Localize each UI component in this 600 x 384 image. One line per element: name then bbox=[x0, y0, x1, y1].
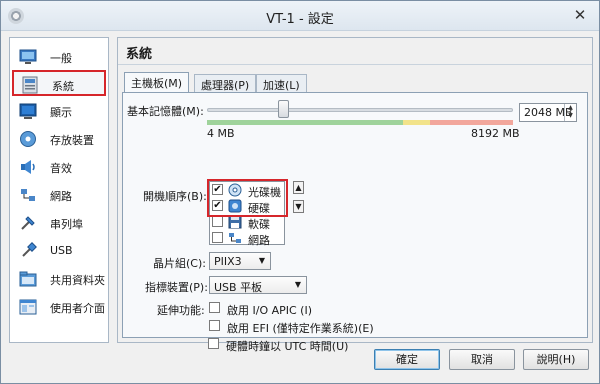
chipset-label: 晶片組(C): bbox=[153, 257, 206, 270]
sidebar-item-audio[interactable]: 音效 bbox=[12, 154, 106, 180]
sidebar-item-user-interface[interactable]: 使用者介面 bbox=[12, 294, 106, 320]
tab-motherboard[interactable]: 主機板(M) bbox=[124, 72, 190, 93]
chevron-down-icon: ▼ bbox=[294, 280, 301, 289]
utc-clock-checkbox[interactable] bbox=[208, 338, 219, 349]
close-button[interactable]: ✕ bbox=[569, 5, 591, 25]
sidebar-item-label: 音效 bbox=[50, 162, 72, 175]
boot-item-network[interactable]: 網路 bbox=[210, 230, 284, 247]
settings-sidebar: 一般 系統 顯示 存放裝置 音效 網路 串列埠 USB 共用資料夾 使用者介面 bbox=[9, 37, 109, 343]
general-icon bbox=[19, 49, 37, 64]
memory-slider-thumb[interactable] bbox=[278, 100, 289, 118]
pointing-device-select[interactable]: USB 平板 ▼ bbox=[209, 276, 307, 294]
utc-clock-label: 硬體時鐘以 UTC 時間(U) bbox=[226, 340, 349, 353]
user-interface-icon bbox=[19, 299, 37, 315]
sidebar-item-label: 使用者介面 bbox=[50, 302, 105, 315]
sidebar-item-system[interactable]: 系統 bbox=[12, 70, 106, 96]
system-icon bbox=[22, 76, 38, 94]
sidebar-item-label: 網路 bbox=[50, 190, 72, 203]
sidebar-item-serial-port[interactable]: 串列埠 bbox=[12, 210, 106, 236]
shared-folder-icon bbox=[19, 271, 37, 287]
page-title: 系統 bbox=[126, 47, 153, 62]
window-title: VT-1 - 設定 bbox=[266, 12, 334, 27]
chipset-select[interactable]: PIIX3 ▼ bbox=[209, 252, 271, 270]
sidebar-item-label: USB bbox=[50, 244, 73, 257]
sidebar-item-display[interactable]: 顯示 bbox=[12, 98, 106, 124]
network-icon bbox=[21, 189, 35, 201]
motherboard-panel: 基本記憶體(M): 4 MB 8192 MB 2048 MB ▲ ▼ 開機順序(B… bbox=[122, 92, 588, 338]
efi-label: 啟用 EFI (僅特定作業系統)(E) bbox=[227, 322, 374, 335]
network-boot-icon bbox=[229, 233, 241, 243]
boot-item-label: 網路 bbox=[248, 234, 270, 247]
memory-min-label: 4 MB bbox=[207, 127, 235, 140]
sidebar-item-label: 一般 bbox=[50, 52, 72, 65]
io-apic-label: 啟用 I/O APIC (I) bbox=[227, 304, 313, 317]
move-down-button[interactable]: ▼ bbox=[293, 200, 304, 213]
memory-label: 基本記憶體(M): bbox=[127, 105, 204, 118]
floppy-icon bbox=[228, 215, 242, 229]
sidebar-item-usb[interactable]: USB bbox=[12, 238, 106, 264]
ok-button[interactable]: 確定 bbox=[374, 349, 440, 370]
sidebar-item-storage[interactable]: 存放裝置 bbox=[12, 126, 106, 152]
memory-spinbox[interactable]: 2048 MB ▲ ▼ bbox=[519, 103, 577, 122]
sidebar-item-network[interactable]: 網路 bbox=[12, 182, 106, 208]
io-apic-checkbox[interactable] bbox=[209, 302, 220, 313]
help-button[interactable]: 說明(H) bbox=[523, 349, 589, 370]
pointing-device-label: 指標裝置(P): bbox=[145, 281, 208, 294]
display-icon bbox=[19, 103, 37, 119]
sidebar-item-label: 顯示 bbox=[50, 106, 72, 119]
pointing-device-value: USB 平板 bbox=[214, 281, 263, 294]
boot-checkbox-floppy[interactable] bbox=[212, 216, 223, 227]
memory-max-label: 8192 MB bbox=[471, 127, 520, 140]
tab-acceleration[interactable]: 加速(L) bbox=[256, 74, 307, 92]
sidebar-item-label: 存放裝置 bbox=[50, 134, 94, 147]
chipset-value: PIIX3 bbox=[214, 255, 242, 268]
sidebar-item-label: 共用資料夾 bbox=[50, 274, 105, 287]
sidebar-item-label: 系統 bbox=[52, 80, 74, 93]
boot-selection-highlight bbox=[207, 179, 288, 217]
sidebar-item-general[interactable]: 一般 bbox=[12, 44, 106, 70]
chevron-down-icon: ▼ bbox=[258, 256, 265, 265]
memory-range-bar bbox=[207, 120, 513, 125]
title-divider bbox=[118, 64, 592, 65]
efi-checkbox[interactable] bbox=[209, 320, 220, 331]
move-up-button[interactable]: ▲ bbox=[293, 181, 304, 194]
sidebar-item-shared-folders[interactable]: 共用資料夾 bbox=[12, 266, 106, 292]
title-bar: VT-1 - 設定 ✕ bbox=[1, 1, 599, 31]
tab-processor[interactable]: 處理器(P) bbox=[194, 74, 257, 92]
settings-content: 系統 主機板(M) 處理器(P) 加速(L) 基本記憶體(M): 4 MB 81… bbox=[117, 37, 593, 353]
audio-icon bbox=[21, 160, 35, 174]
cancel-button[interactable]: 取消 bbox=[449, 349, 515, 370]
serial-port-icon bbox=[21, 216, 35, 230]
usb-icon bbox=[22, 242, 37, 257]
settings-window: VT-1 - 設定 ✕ 一般 系統 顯示 存放裝置 音效 網路 串列埠 USB … bbox=[0, 0, 600, 384]
extended-features-label: 延伸功能: bbox=[157, 304, 205, 317]
boot-checkbox-network[interactable] bbox=[212, 232, 223, 243]
sidebar-item-label: 串列埠 bbox=[50, 218, 83, 231]
spin-arrows-icon[interactable]: ▲ ▼ bbox=[564, 104, 576, 121]
memory-slider[interactable] bbox=[207, 108, 513, 112]
boot-order-label: 開機順序(B): bbox=[143, 190, 207, 203]
storage-icon bbox=[20, 131, 36, 147]
